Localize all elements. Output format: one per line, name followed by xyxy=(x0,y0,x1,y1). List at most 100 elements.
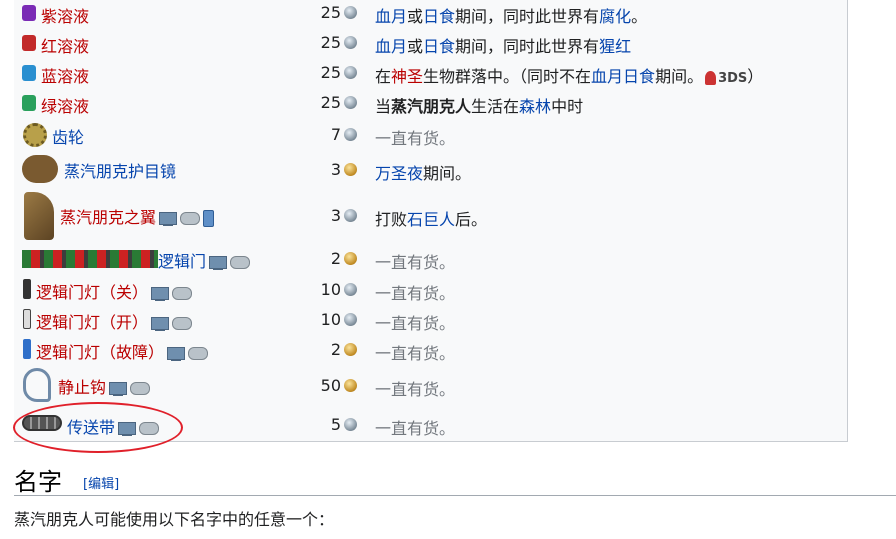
console-icon xyxy=(180,212,201,225)
text: 期间，同时此世界有 xyxy=(455,37,600,56)
item-name-link[interactable]: 静止钩 xyxy=(58,374,151,398)
item-name: 逻辑门 xyxy=(158,252,207,271)
forest-link[interactable]: 森林 xyxy=(519,97,551,116)
console-icon xyxy=(188,347,209,360)
text: 生物群落中。（同时不在 xyxy=(423,67,592,86)
text: 打败 xyxy=(375,210,408,229)
shop-table: 紫溶液 25 血月或日食期间，同时此世界有腐化。 红溶液 25 血月或日食期间，… xyxy=(14,0,848,442)
price-value: 10 xyxy=(320,280,341,299)
gold-coin-icon xyxy=(344,343,357,356)
item-name-link[interactable]: 逻辑门灯（开） xyxy=(36,309,193,333)
golem-link[interactable]: 石巨人 xyxy=(407,210,455,229)
item-name: 逻辑门灯（开） xyxy=(36,313,149,332)
lamp-on-icon xyxy=(23,309,31,329)
item-name-link[interactable]: 蓝溶液 xyxy=(41,63,89,87)
text: 或 xyxy=(407,7,424,26)
text: 当 xyxy=(375,97,392,116)
silver-coin-icon xyxy=(344,36,357,49)
solar-eclipse-link[interactable]: 日食 xyxy=(423,37,455,56)
silver-coin-icon xyxy=(344,313,357,326)
goggles-icon xyxy=(22,155,58,183)
item-name: 蒸汽朋克之翼 xyxy=(60,208,157,227)
item-name-link[interactable]: 红溶液 xyxy=(41,33,89,57)
joystick-icon xyxy=(705,70,717,85)
mobile-icon xyxy=(203,210,215,227)
table-row: 蓝溶液 25 在神圣生物群落中。（同时不在血月日食期间。 3DS） xyxy=(14,60,848,87)
silver-coin-icon xyxy=(344,418,357,431)
text: 在 xyxy=(375,67,392,86)
purple-solution-icon xyxy=(22,5,36,21)
desktop-icon xyxy=(151,317,170,331)
table-row: 齿轮 7 一直有货。 xyxy=(14,120,848,150)
halloween-link[interactable]: 万圣夜 xyxy=(375,164,423,183)
table-row: 逻辑门灯（开） 10 一直有货。 xyxy=(14,305,848,335)
price-value: 5 xyxy=(330,415,341,434)
silver-coin-icon xyxy=(344,96,357,109)
silver-coin-icon xyxy=(344,6,357,19)
console-icon xyxy=(172,287,193,300)
solar-eclipse-link[interactable]: 日食 xyxy=(423,7,455,26)
lamp-off-icon xyxy=(23,279,31,299)
price-value: 25 xyxy=(320,3,341,22)
item-name-link[interactable]: 逻辑门灯（关） xyxy=(36,279,193,303)
text: ） xyxy=(747,67,764,86)
desktop-icon xyxy=(109,382,128,396)
availability: 一直有货。 xyxy=(375,314,456,333)
availability: 一直有货。 xyxy=(375,284,456,303)
item-name-link[interactable]: 逻辑门 xyxy=(158,248,251,272)
silver-coin-icon xyxy=(344,128,357,141)
availability: 当蒸汽朋克人生活在森林中时 xyxy=(375,93,583,117)
availability: 打败石巨人后。 xyxy=(375,206,487,230)
blood-moon-eclipse-link[interactable]: 血月日食 xyxy=(591,67,655,86)
availability: 一直有货。 xyxy=(375,344,456,363)
desktop-icon xyxy=(159,212,178,226)
section-heading: 名字 xyxy=(14,468,62,496)
price-value: 10 xyxy=(320,310,341,329)
item-name-link[interactable]: 蒸汽朋克护目镜 xyxy=(64,158,176,182)
availability: 一直有货。 xyxy=(375,419,456,438)
item-name-link[interactable]: 齿轮 xyxy=(52,124,84,148)
blood-moon-link[interactable]: 血月 xyxy=(375,37,407,56)
crimson-link[interactable]: 猩红 xyxy=(599,37,631,56)
item-name-link[interactable]: 紫溶液 xyxy=(41,3,89,27)
table-row: 逻辑门 2 一直有货。 xyxy=(14,244,848,274)
price-value: 2 xyxy=(330,340,341,359)
text: 后。 xyxy=(455,210,488,229)
item-name-link[interactable]: 绿溶液 xyxy=(41,93,89,117)
cog-icon xyxy=(23,123,47,147)
edit-section-link[interactable]: [编辑] xyxy=(83,473,119,492)
corruption-link[interactable]: 腐化 xyxy=(599,7,631,26)
item-name: 逻辑门灯（故障） xyxy=(36,343,165,362)
availability: 一直有货。 xyxy=(375,129,456,148)
text: 生活在 xyxy=(471,97,520,116)
gold-coin-icon xyxy=(344,252,357,265)
red-solution-icon xyxy=(22,35,36,51)
logic-gate-icons xyxy=(22,250,158,268)
3ds-badge: 3DS xyxy=(718,71,748,86)
desktop-icon xyxy=(167,347,186,361)
table-row: 蒸汽朋克之翼 3 打败石巨人后。 xyxy=(14,190,848,242)
availability: 在神圣生物群落中。（同时不在血月日食期间。 3DS） xyxy=(375,63,763,87)
availability: 一直有货。 xyxy=(375,253,456,272)
price-value: 3 xyxy=(330,160,341,179)
blood-moon-link[interactable]: 血月 xyxy=(375,7,407,26)
console-icon xyxy=(172,317,193,330)
item-name-link[interactable]: 蒸汽朋克之翼 xyxy=(60,204,215,228)
hook-icon xyxy=(23,368,51,402)
table-row: 静止钩 50 一直有货。 xyxy=(14,366,848,404)
silver-coin-icon xyxy=(344,66,357,79)
table-row: 逻辑门灯（故障） 2 一直有货。 xyxy=(14,335,848,365)
silver-coin-icon xyxy=(344,209,357,222)
desktop-icon xyxy=(151,287,170,301)
item-name-link[interactable]: 逻辑门灯（故障） xyxy=(36,339,209,363)
text: 期间。 xyxy=(655,67,704,86)
hallow-link[interactable]: 神圣 xyxy=(391,67,423,86)
availability: 血月或日食期间，同时此世界有腐化。 xyxy=(375,3,647,27)
gold-coin-icon xyxy=(344,163,357,176)
price-value: 3 xyxy=(330,206,341,225)
intro-text: 蒸汽朋克人可能使用以下名字中的任意一个： xyxy=(14,510,335,529)
price-value: 50 xyxy=(320,376,341,395)
price-value: 25 xyxy=(320,63,341,82)
price-value: 25 xyxy=(320,93,341,112)
table-row: 红溶液 25 血月或日食期间，同时此世界有猩红 xyxy=(14,30,848,57)
